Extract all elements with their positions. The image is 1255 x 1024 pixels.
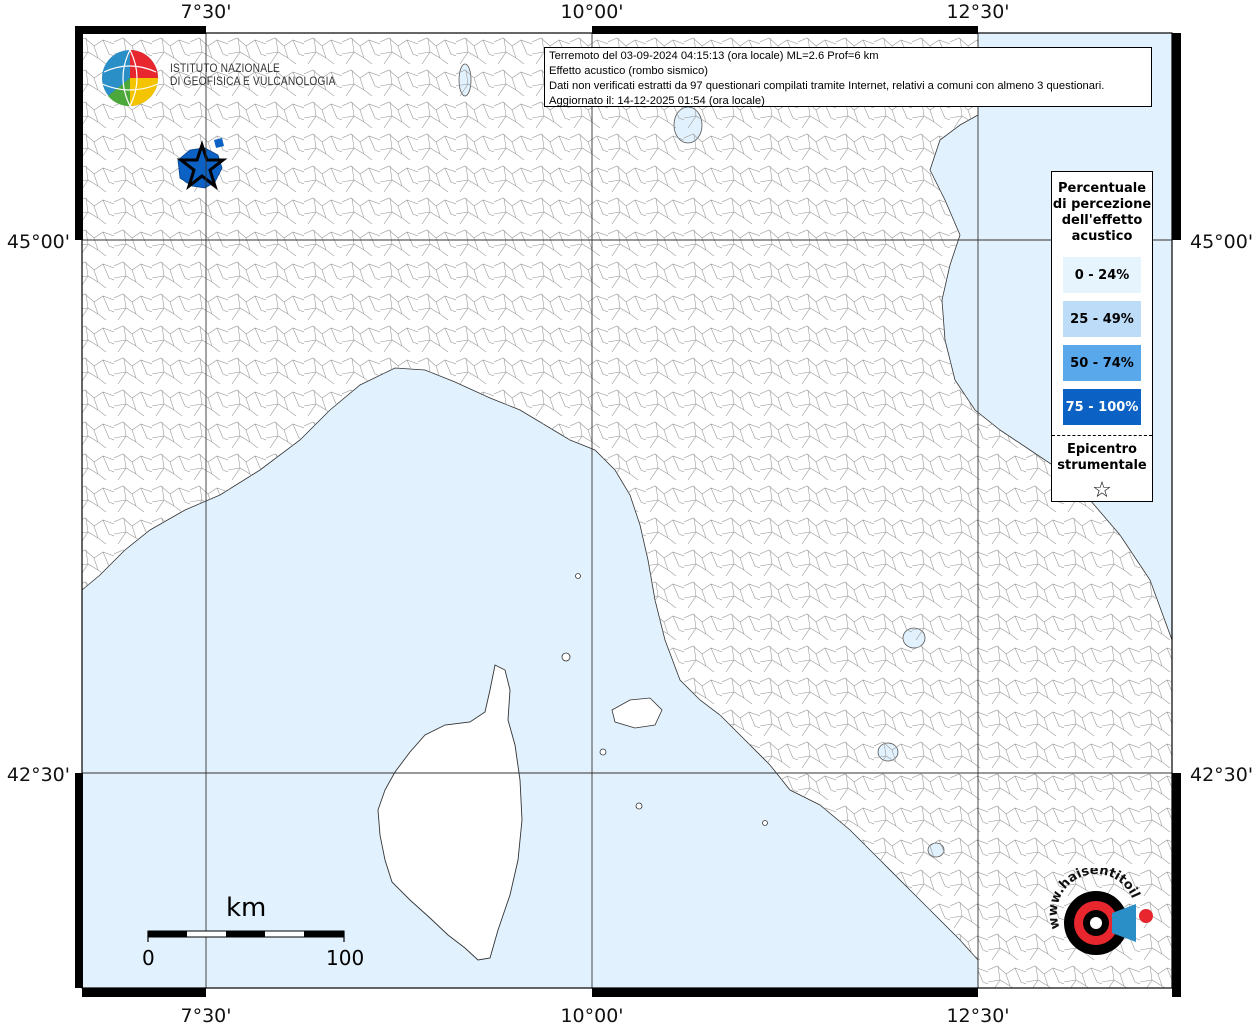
bottom-tick-1: 7°30' (181, 1005, 232, 1024)
legend-class-row: 50 - 74% (1052, 345, 1152, 381)
legend-divider (1052, 435, 1152, 436)
right-tick-2: 42°30' (1190, 764, 1253, 786)
left-tick-2: 42°30' (7, 764, 70, 786)
legend-swatch: 25 - 49% (1063, 301, 1141, 337)
legend-swatch: 0 - 24% (1063, 257, 1141, 293)
legend-swatch: 50 - 74% (1063, 345, 1141, 381)
capraia-island (561, 652, 571, 662)
epicenter-legend-star-icon: ☆ (1092, 478, 1112, 503)
legend-panel: Percentuale di percezione dell'effetto a… (1051, 171, 1153, 503)
scale-unit-label: km (226, 893, 267, 923)
sentito-logo-icon: www.haisentitoilterremoto.it (1040, 868, 1153, 955)
left-tick-1: 45°00' (7, 231, 70, 253)
event-info-line-1: Terremoto del 03-09-2024 04:15:13 (ora l… (549, 50, 879, 62)
gorgona-island (575, 573, 581, 579)
event-info-line-4: Aggiornato il: 14-12-2025 01:54 (ora loc… (549, 95, 765, 107)
top-tick-3: 12°30' (946, 1, 1009, 23)
legend-class-row: 25 - 49% (1052, 301, 1152, 337)
event-info-line-3: Dati non verificati estratti da 97 quest… (549, 80, 1105, 92)
event-info-line-2: Effetto acustico (rombo sismico) (549, 65, 708, 77)
pianosa-island (599, 748, 607, 756)
scale-end-label: 100 (326, 946, 365, 970)
bottom-tick-2: 10°00' (560, 1005, 623, 1024)
ingv-wordmark: ISTITUTO NAZIONALE DI GEOFISICA E VULCAN… (170, 62, 336, 88)
top-tick-1: 7°30' (181, 1, 232, 23)
right-tick-1: 45°00' (1190, 231, 1253, 253)
epicenter-legend-label: Epicentro strumentale (1057, 442, 1147, 473)
legend-class-row: 0 - 24% (1052, 257, 1152, 293)
legend-title: Percentuale di percezione dell'effetto a… (1052, 181, 1152, 244)
top-tick-2: 10°00' (560, 1, 623, 23)
bottom-tick-3: 12°30' (946, 1005, 1009, 1024)
scale-start-label: 0 (142, 946, 155, 970)
legend-swatch: 75 - 100% (1063, 389, 1141, 425)
montecristo-island (635, 802, 643, 810)
ingv-line-2: DI GEOFISICA E VULCANOLOGIA (170, 74, 336, 88)
legend-class-row: 75 - 100% (1052, 389, 1152, 425)
legend-classes: 0 - 24% 25 - 49% 50 - 74% 75 - 100% (1052, 257, 1152, 425)
event-info-box: Terremoto del 03-09-2024 04:15:13 (ora l… (544, 47, 1152, 107)
giannutri-island (762, 820, 768, 826)
